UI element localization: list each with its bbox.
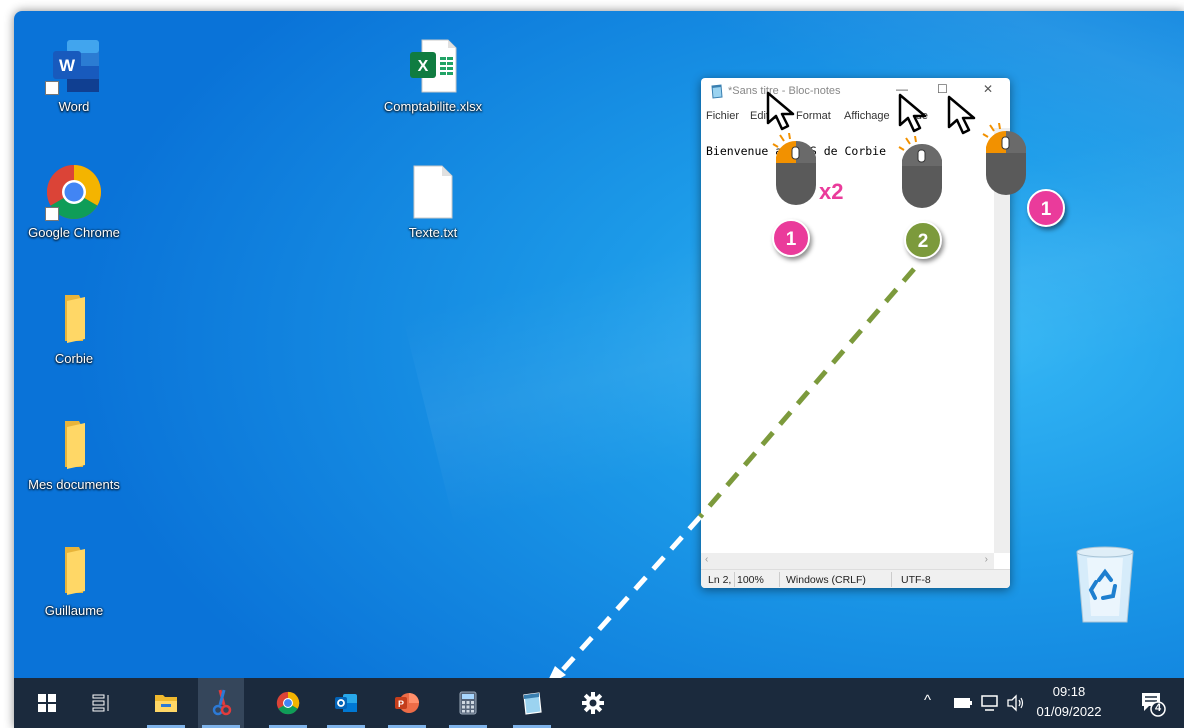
step-badge-1: 1 xyxy=(772,219,810,257)
notification-center-button[interactable]: 4 xyxy=(1140,691,1166,717)
snipping-tool-icon xyxy=(212,689,232,716)
task-view-icon xyxy=(92,694,109,712)
windows-logo-icon xyxy=(38,694,56,712)
system-clock[interactable]: 09:18 01/09/2022 xyxy=(1034,682,1104,722)
start-button[interactable] xyxy=(24,678,70,728)
step-badge-1-right: 1 xyxy=(1027,189,1065,227)
taskbar-settings[interactable] xyxy=(570,678,616,728)
taskbar-file-explorer[interactable] xyxy=(143,678,189,728)
svg-text:P: P xyxy=(398,699,404,709)
taskbar-outlook[interactable] xyxy=(323,678,369,728)
mouse-left-click-icon xyxy=(772,133,816,205)
step-badge-2: 2 xyxy=(904,221,942,259)
taskbar: P ^ 09:18 01/09/2022 4 xyxy=(14,678,1184,728)
calculator-icon xyxy=(459,691,477,715)
taskbar-powerpoint[interactable]: P xyxy=(384,678,430,728)
cursor-arrow-icon xyxy=(766,91,795,131)
file-explorer-icon xyxy=(155,695,177,712)
battery-icon[interactable] xyxy=(953,697,973,709)
powerpoint-icon: P xyxy=(395,693,419,713)
taskbar-snipping-tool[interactable] xyxy=(198,678,244,728)
double-click-label: x2 xyxy=(819,179,844,204)
task-view-button[interactable] xyxy=(79,678,125,728)
taskbar-chrome[interactable] xyxy=(265,678,311,728)
chrome-icon xyxy=(276,691,300,715)
clock-time: 09:18 xyxy=(1052,684,1086,699)
outlook-icon xyxy=(335,694,357,712)
notepad-icon xyxy=(523,692,542,715)
settings-icon xyxy=(582,692,604,714)
desktop-screen: W Word Google Chrome Corbie Mes document… xyxy=(14,11,1184,728)
taskbar-notepad[interactable] xyxy=(509,678,555,728)
mouse-left-click-icon xyxy=(982,123,1026,195)
notification-count: 4 xyxy=(1154,702,1162,714)
show-hidden-icons-chevron-icon[interactable]: ^ xyxy=(924,692,931,709)
volume-icon[interactable] xyxy=(1006,694,1026,712)
cursor-arrow-icon xyxy=(947,95,976,135)
mouse-left-click-icon xyxy=(898,136,942,208)
drag-arrow xyxy=(545,267,916,687)
network-icon[interactable] xyxy=(980,694,1000,712)
taskbar-calculator[interactable] xyxy=(445,678,491,728)
cursor-arrow-icon xyxy=(898,93,927,133)
clock-date: 01/09/2022 xyxy=(1036,704,1102,719)
